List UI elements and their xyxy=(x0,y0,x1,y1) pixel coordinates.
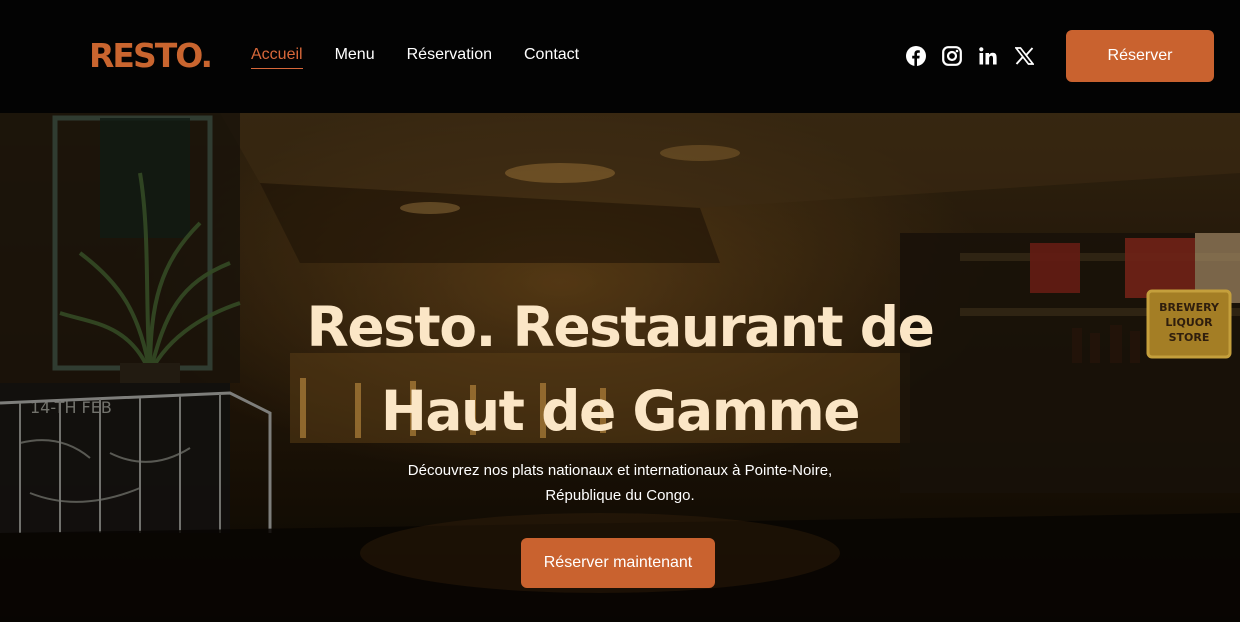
hero-title-line-1: Resto. Restaurant de xyxy=(306,295,935,359)
hero-title-line-2: Haut de Gamme xyxy=(380,379,861,443)
nav-contact[interactable]: Contact xyxy=(524,44,579,69)
x-icon[interactable] xyxy=(1013,45,1035,67)
nav-reservation[interactable]: Réservation xyxy=(407,44,492,69)
social-links xyxy=(905,45,1049,67)
linkedin-icon[interactable] xyxy=(977,45,999,67)
main-nav: Accueil Menu Réservation Contact xyxy=(251,44,611,69)
hero-reserve-now-button[interactable]: Réserver maintenant xyxy=(521,538,715,588)
instagram-icon[interactable] xyxy=(941,45,963,67)
nav-menu[interactable]: Menu xyxy=(335,44,375,69)
hero-section: 14-TH FEB BREWERY LIQUOR STORE Resto. Re… xyxy=(0,113,1240,622)
logo[interactable]: RESTO. xyxy=(89,36,213,76)
facebook-icon[interactable] xyxy=(905,45,927,67)
hero-subtitle-line-2: République du Congo. xyxy=(545,487,695,504)
nav-accueil[interactable]: Accueil xyxy=(251,44,303,69)
header-reserve-button[interactable]: Réserver xyxy=(1066,30,1214,82)
hero-subtitle: Découvrez nos plats nationaux et interna… xyxy=(0,458,1240,508)
site-header: RESTO. Accueil Menu Réservation Contact xyxy=(0,0,1240,113)
hero-subtitle-line-1: Découvrez nos plats nationaux et interna… xyxy=(407,462,833,479)
hero-title: Resto. Restaurant de Haut de Gamme xyxy=(0,285,1240,453)
